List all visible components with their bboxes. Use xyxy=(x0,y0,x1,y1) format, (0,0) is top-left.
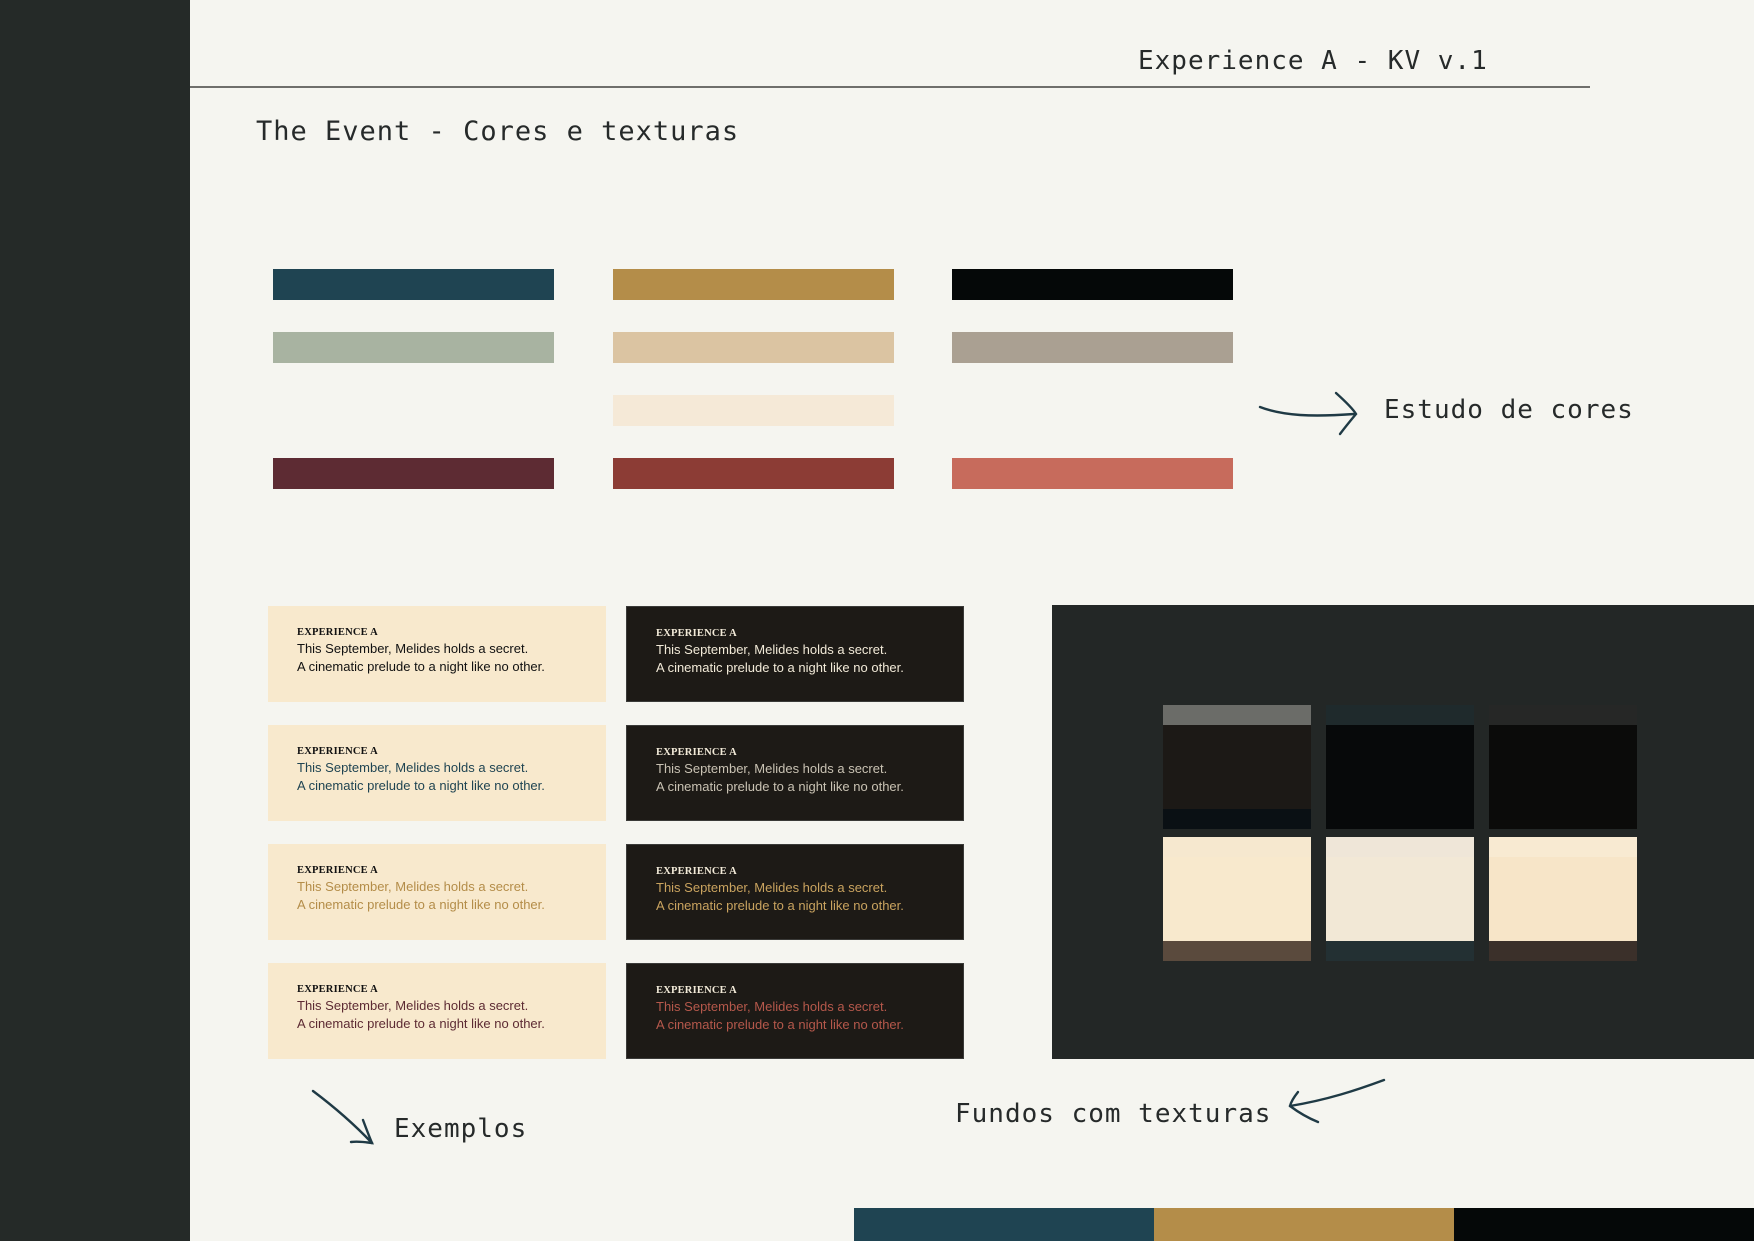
palette-label: Estudo de cores xyxy=(1384,395,1634,425)
color-swatch xyxy=(273,269,554,300)
card-brand: EXPERIENCE A xyxy=(656,866,737,877)
header-divider xyxy=(190,86,1590,88)
textures-label: Fundos com texturas xyxy=(955,1099,1272,1129)
card-text-line: A cinematic prelude to a night like no o… xyxy=(656,779,904,794)
card-text-line: A cinematic prelude to a night like no o… xyxy=(297,1016,545,1031)
color-swatch xyxy=(273,458,554,489)
card-text-line: This September, Melides holds a secret. xyxy=(656,642,888,657)
color-swatch xyxy=(613,332,894,363)
card-brand: EXPERIENCE A xyxy=(297,865,378,876)
bottom-bar-segment xyxy=(1154,1208,1454,1241)
card-brand: EXPERIENCE A xyxy=(297,627,378,638)
card-text-line: A cinematic prelude to a night like no o… xyxy=(656,898,904,913)
card-brand: EXPERIENCE A xyxy=(656,747,737,758)
example-card: EXPERIENCE A This September, Melides hold… xyxy=(268,844,606,940)
card-text-line: This September, Melides holds a secret. xyxy=(297,998,529,1013)
color-swatch xyxy=(952,332,1233,363)
card-text-line: This September, Melides holds a secret. xyxy=(656,999,888,1014)
example-card: EXPERIENCE A This September, Melides hold… xyxy=(626,844,964,940)
color-swatch xyxy=(952,458,1233,489)
texture-tile xyxy=(1489,837,1637,961)
example-card: EXPERIENCE A This September, Melides hold… xyxy=(626,606,964,702)
arrow-right-icon xyxy=(1258,391,1358,436)
card-text-line: This September, Melides holds a secret. xyxy=(297,641,529,656)
card-brand: EXPERIENCE A xyxy=(656,985,737,996)
color-swatch xyxy=(613,458,894,489)
header-title: Experience A - KV v.1 xyxy=(1138,46,1488,76)
card-text-line: This September, Melides holds a secret. xyxy=(656,761,888,776)
color-swatch xyxy=(273,332,554,363)
color-swatch xyxy=(613,395,894,426)
color-swatch xyxy=(613,269,894,300)
card-text-line: This September, Melides holds a secret. xyxy=(297,879,529,894)
example-card: EXPERIENCE A This September, Melides hold… xyxy=(268,963,606,1059)
card-brand: EXPERIENCE A xyxy=(656,628,737,639)
card-text-line: This September, Melides holds a secret. xyxy=(297,760,529,775)
card-text-line: A cinematic prelude to a night like no o… xyxy=(297,659,545,674)
bottom-bar-segment xyxy=(854,1208,1154,1241)
arrow-down-right-icon xyxy=(311,1089,374,1145)
card-brand: EXPERIENCE A xyxy=(297,984,378,995)
texture-tile xyxy=(1326,705,1474,829)
example-card: EXPERIENCE A This September, Melides hold… xyxy=(626,963,964,1059)
arrow-left-icon xyxy=(1288,1078,1386,1124)
sidebar-panel xyxy=(0,0,190,1241)
card-text-line: A cinematic prelude to a night like no o… xyxy=(297,778,545,793)
examples-label: Exemplos xyxy=(394,1114,528,1144)
card-text-line: A cinematic prelude to a night like no o… xyxy=(656,1017,904,1032)
texture-tile xyxy=(1163,705,1311,829)
texture-tile xyxy=(1163,837,1311,961)
example-card: EXPERIENCE A This September, Melides hold… xyxy=(268,725,606,821)
card-text-line: A cinematic prelude to a night like no o… xyxy=(656,660,904,675)
color-swatch xyxy=(952,269,1233,300)
texture-panel xyxy=(1052,605,1754,1059)
card-brand: EXPERIENCE A xyxy=(297,746,378,757)
bottom-bar-segment xyxy=(1454,1208,1754,1241)
example-card: EXPERIENCE A This September, Melides hold… xyxy=(268,606,606,702)
texture-tile xyxy=(1326,837,1474,961)
card-text-line: A cinematic prelude to a night like no o… xyxy=(297,897,545,912)
card-text-line: This September, Melides holds a secret. xyxy=(656,880,888,895)
texture-tile xyxy=(1489,705,1637,829)
page-title: The Event - Cores e texturas xyxy=(256,116,740,147)
example-card: EXPERIENCE A This September, Melides hold… xyxy=(626,725,964,821)
